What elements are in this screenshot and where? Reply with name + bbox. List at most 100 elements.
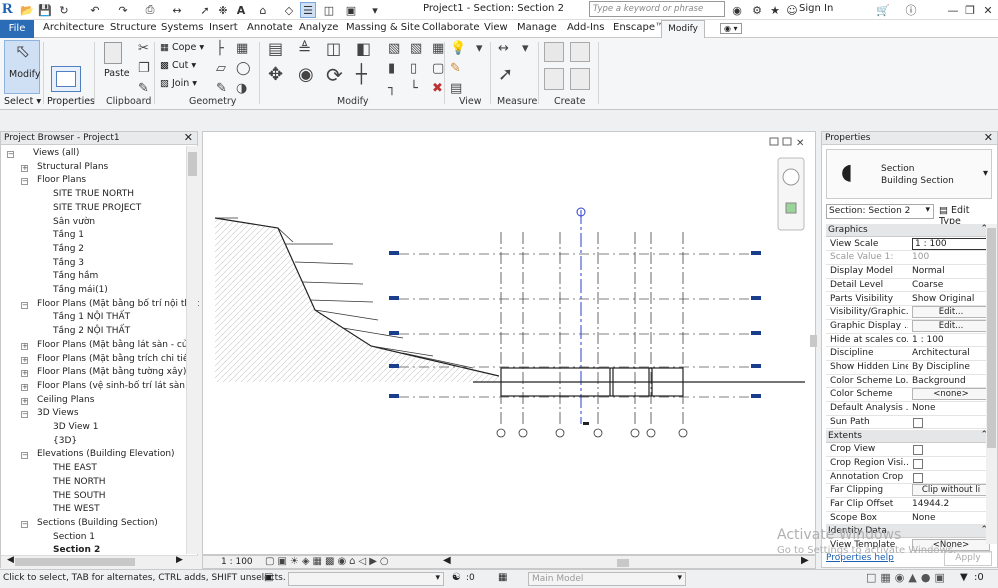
tree-item[interactable]: Sân vườn: [53, 217, 95, 227]
paste-button[interactable]: Paste: [104, 68, 130, 79]
tab-annotate[interactable]: Annotate: [247, 22, 293, 33]
binoculars-icon[interactable]: ◉: [730, 2, 744, 18]
close-icon[interactable]: ✕: [984, 131, 993, 144]
copy-element-icon[interactable]: ◉: [298, 66, 314, 84]
scroll-left-icon[interactable]: ◀: [443, 555, 451, 566]
split-icon[interactable]: ▧: [388, 42, 400, 56]
minimize-icon[interactable]: —: [947, 2, 959, 18]
edit-type-button[interactable]: ▤ Edit Type: [938, 204, 992, 227]
collapse-icon[interactable]: −: [21, 411, 28, 419]
trim-multiple-icon[interactable]: └: [410, 82, 418, 96]
mirror-line-icon[interactable]: ◧: [356, 41, 371, 57]
create-parts-icon[interactable]: [570, 42, 590, 62]
property-value[interactable]: Architectural: [912, 348, 990, 358]
property-value[interactable]: By Discipline: [912, 362, 990, 372]
grid-lines[interactable]: [500, 232, 684, 427]
match-type-icon[interactable]: ✎: [138, 82, 149, 96]
tree-item[interactable]: Tầng 1: [53, 230, 84, 240]
section-tail-marker[interactable]: [583, 422, 589, 425]
property-value[interactable]: 1 : 100: [912, 335, 990, 345]
tree-item[interactable]: Floor Plans (vệ sinh-bố trí lát sàn): [37, 381, 189, 391]
beam-join-icon[interactable]: ◑: [236, 82, 247, 96]
dimension-icon[interactable]: ➚: [198, 2, 212, 18]
property-checkbox[interactable]: [913, 417, 923, 428]
split-gap-icon[interactable]: ▧: [410, 42, 422, 56]
delete-icon[interactable]: ✖: [432, 82, 443, 96]
aligned-dimension-icon[interactable]: ➚: [498, 66, 513, 84]
tree-item[interactable]: THE NORTH: [53, 477, 106, 487]
worksets-icon[interactable]: ▣: [264, 572, 273, 583]
help-icon[interactable]: ⓘ: [904, 2, 918, 18]
tree-item[interactable]: Tầng 1 NỘI THẤT: [53, 312, 130, 322]
cut-scissors-icon[interactable]: ✂: [138, 42, 149, 56]
navigation-bar[interactable]: [777, 157, 805, 231]
property-value[interactable]: Coarse: [912, 280, 990, 290]
scroll-right-icon[interactable]: ▶: [801, 555, 809, 566]
close-icon[interactable]: ✕: [184, 131, 193, 144]
collapse-icon[interactable]: −: [21, 178, 28, 186]
pin-icon[interactable]: ▮: [388, 62, 395, 76]
scrollbar-thumb[interactable]: [15, 558, 135, 566]
tree-item[interactable]: Section 1: [53, 532, 95, 542]
close-hidden-icon[interactable]: ◫: [322, 2, 336, 18]
tree-item[interactable]: THE WEST: [53, 504, 100, 514]
offset-icon[interactable]: ≜: [298, 41, 311, 57]
section-view-canvas[interactable]: ✕: [203, 132, 815, 554]
tree-item[interactable]: Floor Plans (Mặt bằng trích chi tiết): [37, 354, 196, 364]
chevron-down-icon[interactable]: ▾: [983, 168, 988, 179]
tab-file[interactable]: File: [0, 20, 34, 38]
property-value[interactable]: None: [912, 513, 990, 523]
tree-item[interactable]: Tầng 3: [53, 258, 84, 268]
cut-geometry-button[interactable]: ▩ Cut ▾: [160, 60, 196, 71]
hide-bulb-icon[interactable]: 💡: [450, 42, 466, 56]
view-scale[interactable]: 1 : 100: [221, 557, 253, 567]
expand-icon[interactable]: +: [21, 383, 28, 391]
scroll-left-icon[interactable]: ◀: [7, 555, 14, 565]
qat-dropdown-icon[interactable]: ▾: [370, 2, 380, 18]
tree-item[interactable]: THE SOUTH: [53, 491, 105, 501]
align-icon[interactable]: ▤: [268, 41, 283, 57]
communication-icon[interactable]: ★: [768, 2, 782, 18]
trim-single-icon[interactable]: ┐: [388, 82, 396, 96]
tree-item[interactable]: SITE TRUE NORTH: [53, 189, 134, 199]
property-button[interactable]: Clip without li: [912, 484, 990, 497]
3d-view-icon[interactable]: ⌂: [256, 2, 270, 18]
design-option-select[interactable]: Main Model ▾: [528, 572, 686, 586]
text-icon[interactable]: A: [234, 2, 248, 18]
expand-icon[interactable]: +: [21, 370, 28, 378]
override-icon[interactable]: ✎: [450, 62, 461, 76]
view-control-icons[interactable]: ▢▣☀◈▦▩◉⌂◁▶○: [265, 556, 392, 567]
undo-icon[interactable]: ↶: [88, 2, 102, 18]
tab-collaborate[interactable]: Collaborate: [422, 22, 480, 33]
trim-extend-icon[interactable]: ┼: [356, 66, 367, 84]
tab-insert[interactable]: Insert: [209, 22, 238, 33]
tab-analyze[interactable]: Analyze: [299, 22, 338, 33]
subscription-icon[interactable]: ⚙: [750, 2, 764, 18]
scrollbar-thumb[interactable]: [987, 228, 996, 448]
restore-icon[interactable]: ❐: [964, 2, 976, 18]
property-section-header[interactable]: Extents ⌃: [826, 429, 992, 443]
section-icon[interactable]: ◇: [282, 2, 296, 18]
expand-icon[interactable]: +: [21, 342, 28, 350]
property-value[interactable]: Normal: [912, 266, 990, 276]
property-button[interactable]: Edit...: [912, 319, 990, 332]
property-button[interactable]: <none>: [912, 388, 990, 401]
tab-add-ins[interactable]: Add-Ins: [567, 22, 604, 33]
join-button[interactable]: ▨ Join ▾: [160, 78, 197, 89]
create-group-icon[interactable]: [544, 68, 564, 90]
view-window-controls[interactable]: ✕: [769, 137, 804, 149]
tree-item[interactable]: Tầng mái(1): [53, 285, 108, 295]
view-scrollbar-thumb[interactable]: [810, 335, 817, 347]
unpin-icon[interactable]: ▯: [410, 62, 417, 76]
expand-icon[interactable]: +: [21, 397, 28, 405]
tree-item[interactable]: Floor Plans: [37, 175, 86, 185]
tree-item[interactable]: Floor Plans (Mặt bằng bố trí nội thất: [37, 299, 199, 309]
measure-distance-icon[interactable]: ↔: [498, 42, 509, 56]
open-folder-icon[interactable]: 📂: [20, 2, 34, 18]
properties-scrollbar[interactable]: [986, 224, 997, 544]
tree-item[interactable]: Views (all): [33, 148, 79, 158]
property-section-header[interactable]: Graphics ⌃: [826, 224, 992, 237]
property-checkbox[interactable]: [913, 472, 923, 483]
selection-filter-icons[interactable]: □▦◉▲●▣: [866, 571, 949, 584]
type-selector[interactable]: ◖ Section Building Section ▾: [826, 149, 992, 199]
